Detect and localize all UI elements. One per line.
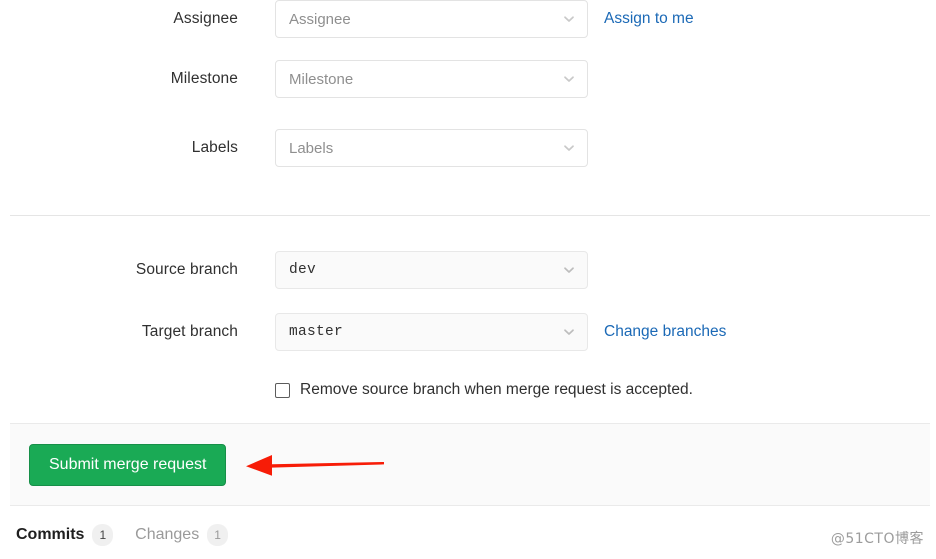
submit-panel: Submit merge request [10,423,930,506]
assignee-select-value: Assignee [289,10,351,28]
assignee-label: Assignee [173,9,238,27]
assignee-field-wrap: Assignee [275,0,588,38]
source-branch-value: dev [289,262,317,278]
target-branch-field-wrap: master [275,313,588,351]
labels-select[interactable]: Labels [275,129,588,167]
form-row-labels: Labels Labels [0,126,936,170]
merge-request-form-page: Assignee Assignee Assign to me Milestone… [0,0,936,559]
chevron-down-icon [562,325,576,339]
tab-changes-badge: 1 [207,524,228,546]
submit-merge-request-button[interactable]: Submit merge request [29,444,227,486]
source-branch-select[interactable]: dev [275,251,588,289]
assignee-select[interactable]: Assignee [275,0,588,38]
milestone-select[interactable]: Milestone [275,60,588,98]
tab-commits-label: Commits [16,526,85,543]
bottom-tabs: Commits 1 Changes 1 [16,524,228,546]
tab-commits[interactable]: Commits 1 [16,524,114,546]
watermark: @51CTO博客 [830,531,924,547]
tab-changes[interactable]: Changes 1 [135,524,228,546]
remove-source-branch-checkbox[interactable] [275,382,290,398]
chevron-down-icon [562,263,576,277]
remove-source-branch-row: Remove source branch when merge request … [275,381,693,399]
labels-label: Labels [191,138,238,156]
form-row-target-branch: Target branch master Change branches [0,310,936,354]
form-row-assignee: Assignee Assignee Assign to me [0,0,936,41]
section-divider [10,215,930,216]
milestone-label: Milestone [170,69,238,87]
chevron-down-icon [562,141,576,155]
form-row-milestone: Milestone Milestone [0,57,936,101]
tab-changes-label: Changes [135,526,200,543]
remove-source-branch-label[interactable]: Remove source branch when merge request … [300,381,693,399]
milestone-select-value: Milestone [289,70,354,88]
target-branch-select[interactable]: master [275,313,588,351]
target-branch-value: master [289,324,344,340]
source-branch-field-wrap: dev [275,251,588,289]
assign-to-me-link[interactable]: Assign to me [604,10,694,28]
labels-select-value: Labels [289,139,334,157]
form-row-source-branch: Source branch dev [0,248,936,292]
tab-commits-badge: 1 [92,524,114,546]
change-branches-link[interactable]: Change branches [604,323,726,341]
chevron-down-icon [562,72,576,86]
labels-field-wrap: Labels [275,129,588,167]
milestone-field-wrap: Milestone [275,60,588,98]
target-branch-label: Target branch [141,322,238,340]
chevron-down-icon [562,12,576,26]
source-branch-label: Source branch [135,260,238,278]
